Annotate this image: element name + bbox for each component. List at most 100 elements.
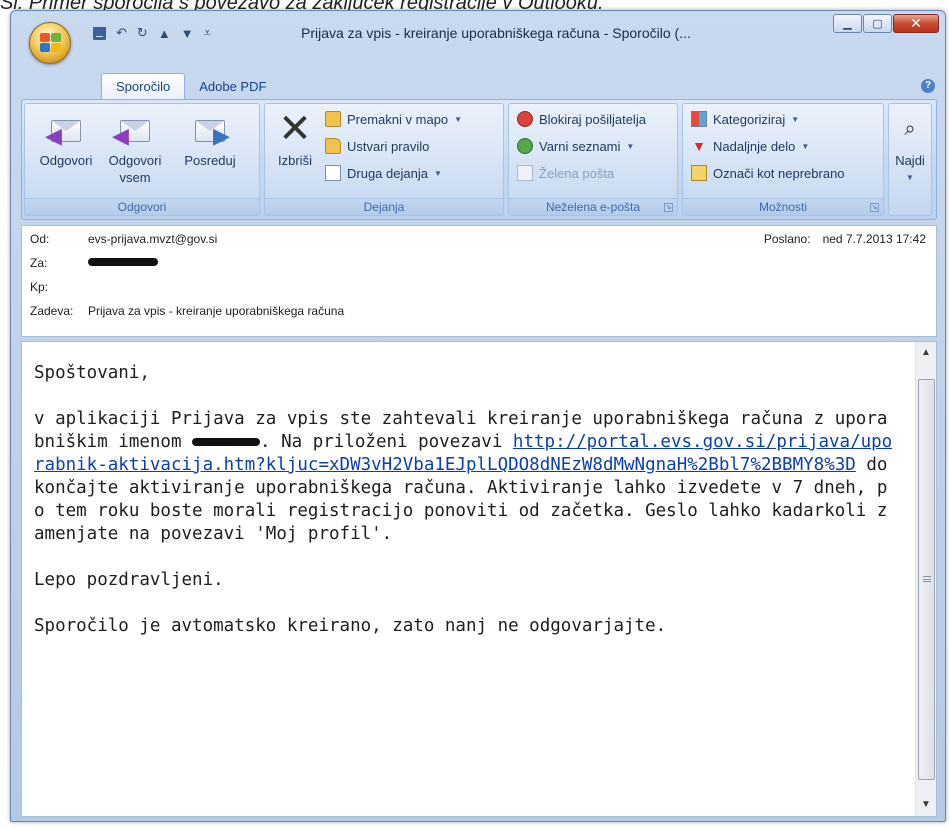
move-to-folder-icon (325, 111, 341, 127)
grip-icon (923, 576, 931, 582)
auto-note: Sporočilo je avtomatsko kreirano, zato n… (34, 616, 667, 636)
cc-label: Kp: (30, 280, 49, 294)
create-rule-label: Ustvari pravilo (347, 138, 430, 154)
scrollbar-thumb[interactable] (918, 379, 935, 780)
group-actions: ✕ Izbriši Premakni v mapo ▼ Ustvari prav… (264, 103, 504, 216)
find-button[interactable]: ⌕ Najdi ▼ (889, 108, 931, 186)
message-body[interactable]: Spoštovani, v aplikaciji Prijava za vpis… (21, 341, 937, 817)
categorize-label: Kategoriziraj (713, 111, 786, 127)
group-options: Kategoriziraj ▼ ▼ Nadaljnje delo ▼ Označ… (682, 103, 884, 216)
dropdown-caret-icon: ▼ (801, 141, 810, 151)
dropdown-caret-icon: ▼ (454, 114, 463, 124)
dropdown-caret-icon: ▼ (626, 141, 635, 151)
other-actions-label: Druga dejanja (347, 165, 428, 181)
title-bar: ↶ ↻ ▲ ▼ ⩡ Prijava za vpis - kreiranje up… (11, 11, 945, 64)
forward-label: Posreduj (184, 153, 236, 168)
group-find: ⌕ Najdi ▼ (888, 103, 932, 216)
other-actions-icon (325, 165, 341, 181)
redo-icon[interactable]: ↻ (137, 25, 148, 41)
follow-up-flag-icon: ▼ (692, 138, 706, 154)
customize-toolbar-icon[interactable]: ⩡ (204, 25, 211, 41)
block-sender-button[interactable]: Blokiraj pošiljatelja (517, 108, 646, 130)
dropdown-caret-icon: ▼ (433, 168, 442, 178)
create-rule-button[interactable]: Ustvari pravilo (325, 135, 429, 157)
next-item-icon[interactable]: ▼ (181, 26, 194, 41)
greeting: Spoštovani, (34, 363, 150, 383)
message-header: Od: evs-prijava.mvzt@gov.si Poslano: ned … (21, 225, 937, 337)
tab-message[interactable]: Sporočilo (101, 73, 186, 99)
scroll-down-icon[interactable]: ▼ (919, 798, 933, 812)
redacted-recipient (88, 258, 158, 266)
delete-label: Izbriši (278, 153, 312, 168)
previous-item-icon[interactable]: ▲ (158, 26, 171, 41)
group-label-respond: Odgovori (25, 198, 259, 215)
group-label-options: Možnosti (683, 198, 883, 215)
from-address[interactable]: evs-prijava.mvzt@gov.si (88, 232, 217, 250)
follow-up-button[interactable]: ▼ Nadaljnje delo ▼ (691, 135, 809, 157)
mark-unread-button[interactable]: Označi kot neprebrano (691, 162, 845, 184)
subject-label: Zadeva: (30, 304, 74, 318)
reply-all-button[interactable]: ◀ Odgovori vsem (99, 108, 171, 186)
help-icon[interactable]: ? (921, 79, 935, 93)
follow-up-label: Nadaljnje delo (713, 138, 796, 154)
reply-label: Odgovori (39, 153, 93, 168)
delete-button[interactable]: ✕ Izbriši (269, 108, 321, 169)
subject-row: Zadeva: Prijava za vpis - kreiranje upor… (30, 304, 344, 322)
reply-button[interactable]: ◀ Odgovori (29, 108, 103, 169)
body-paragraph-part-2: . Na priloženi povezavi (260, 432, 513, 452)
subject-text: Prijava za vpis - kreiranje uporabniškeg… (88, 304, 345, 318)
ribbon: ◀ Odgovori ◀ Odgovori vsem ▶ Posreduj Od… (21, 99, 937, 220)
to-label: Za: (30, 256, 48, 270)
forward-button[interactable]: ▶ Posreduj (171, 108, 249, 169)
to-row: Za: (30, 256, 158, 274)
undo-icon[interactable]: ↶ (116, 25, 127, 41)
dialog-launcher-icon[interactable]: ↘ (870, 203, 879, 212)
not-junk-button[interactable]: Želena pošta (517, 162, 614, 184)
binoculars-icon: ⌕ (904, 118, 916, 140)
safe-lists-icon (517, 138, 533, 154)
mark-unread-label: Označi kot neprebrano (713, 165, 845, 181)
block-sender-icon (517, 111, 533, 127)
delete-icon: ✕ (278, 107, 312, 151)
rule-icon (325, 138, 341, 154)
find-label: Najdi (895, 153, 925, 168)
group-label-actions: Dejanja (265, 198, 503, 215)
close-button[interactable]: ✕ (893, 14, 939, 33)
message-body-text: Spoštovani, v aplikaciji Prijava za vpis… (34, 362, 894, 638)
sent-info: Poslano: ned 7.7.2013 17:42 (764, 232, 926, 246)
dropdown-caret-icon: ▼ (791, 114, 800, 124)
sent-label: Poslano: (763, 232, 811, 246)
office-button[interactable] (29, 22, 71, 64)
reply-all-icon: ◀ (112, 112, 152, 147)
scroll-up-icon[interactable]: ▲ (919, 346, 933, 360)
group-respond: ◀ Odgovori ◀ Odgovori vsem ▶ Posreduj Od… (24, 103, 260, 216)
office-logo-icon (40, 33, 62, 53)
vertical-scrollbar[interactable]: ▲ ▼ (915, 342, 936, 816)
closing: Lepo pozdravljeni. (34, 570, 224, 590)
reply-all-label: Odgovori vsem (108, 153, 162, 185)
safe-lists-button[interactable]: Varni seznami ▼ (517, 135, 634, 157)
outlook-message-window: ↶ ↻ ▲ ▼ ⩡ Prijava za vpis - kreiranje up… (10, 10, 946, 822)
categorize-button[interactable]: Kategoriziraj ▼ (691, 108, 799, 130)
categorize-icon (691, 111, 707, 127)
redacted-username (192, 438, 261, 446)
sent-date: ned 7.7.2013 17:42 (822, 232, 926, 246)
move-to-folder-button[interactable]: Premakni v mapo ▼ (325, 108, 462, 130)
move-to-folder-label: Premakni v mapo (347, 111, 449, 127)
not-junk-label: Želena pošta (539, 165, 615, 181)
mark-unread-icon (691, 165, 707, 181)
minimize-button[interactable]: ▁ (833, 14, 862, 33)
forward-icon: ▶ (193, 112, 230, 147)
block-sender-label: Blokiraj pošiljatelja (539, 111, 646, 127)
other-actions-button[interactable]: Druga dejanja ▼ (325, 162, 442, 184)
reply-icon: ◀ (45, 112, 83, 147)
window-controls: ▁ ▢ ✕ (833, 14, 939, 33)
ribbon-tabs: Sporočilo Adobe PDF (101, 73, 280, 99)
cc-row: Kp: (30, 280, 88, 298)
dialog-launcher-icon[interactable]: ↘ (664, 203, 673, 212)
group-junk-email: Blokiraj pošiljatelja Varni seznami ▼ Že… (508, 103, 678, 216)
save-icon[interactable] (93, 26, 106, 40)
safe-lists-label: Varni seznami (539, 138, 621, 154)
tab-adobe-pdf[interactable]: Adobe PDF (185, 74, 280, 99)
maximize-button[interactable]: ▢ (863, 14, 892, 33)
